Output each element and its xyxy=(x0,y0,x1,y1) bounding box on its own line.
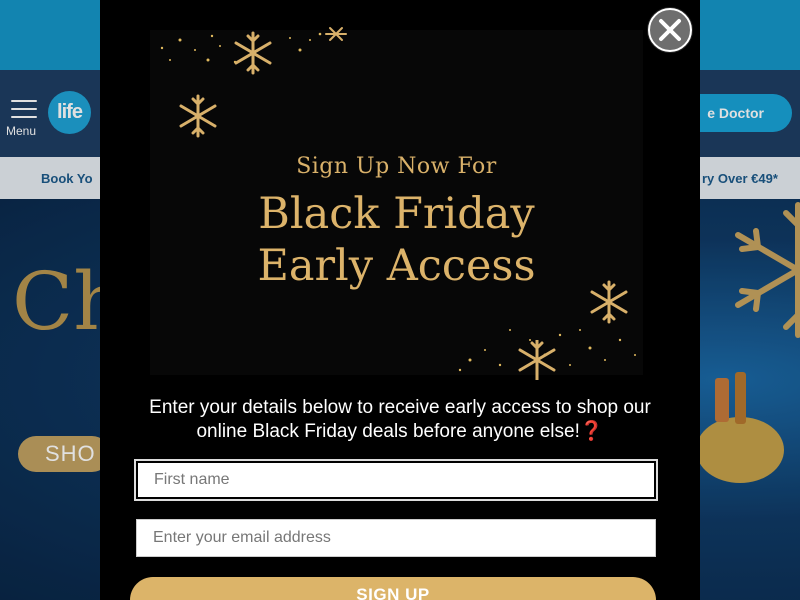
black-friday-banner: Sign Up Now For Black Friday Early Acces… xyxy=(150,27,643,380)
banner-title: Black Friday Early Access xyxy=(150,188,643,292)
snowflake-icon xyxy=(325,27,347,41)
signup-description: Enter your details below to receive earl… xyxy=(120,396,680,444)
close-button[interactable] xyxy=(648,8,692,52)
banner-subtitle: Sign Up Now For xyxy=(296,154,497,179)
first-name-input[interactable] xyxy=(134,459,658,501)
banner-title-line2: Early Access xyxy=(257,241,536,291)
banner-title-line1: Black Friday xyxy=(258,189,535,239)
description-line2: online Black Friday deals before anyone … xyxy=(196,421,604,442)
snowflake-icon xyxy=(518,340,556,380)
email-input[interactable] xyxy=(136,519,656,557)
close-icon xyxy=(659,19,681,41)
description-line1: Enter your details below to receive earl… xyxy=(149,397,651,418)
snowflake-icon xyxy=(179,94,217,138)
snowflake-icon xyxy=(234,31,272,75)
signup-button[interactable]: SIGN UP xyxy=(130,577,656,600)
